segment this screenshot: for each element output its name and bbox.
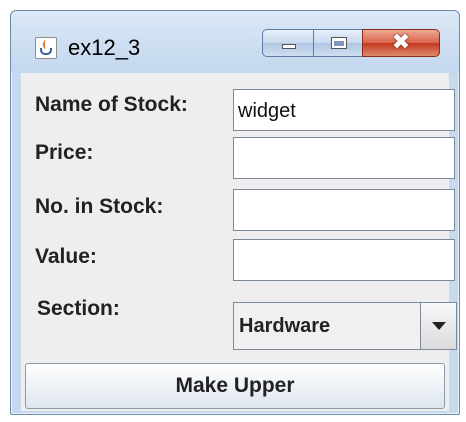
section-label: Section: xyxy=(37,297,120,320)
form-panel: Name of Stock: widget Price: No. in Stoc… xyxy=(21,73,457,411)
java-cup-glyph xyxy=(40,48,52,55)
title-bar[interactable]: ex12_3 ✖ xyxy=(11,11,459,73)
window-title: ex12_3 xyxy=(68,35,141,60)
maximize-icon xyxy=(331,37,347,49)
close-icon: ✖ xyxy=(391,30,411,55)
name-of-stock-label: Name of Stock: xyxy=(35,93,188,116)
section-dropdown[interactable]: Hardware xyxy=(233,302,457,350)
name-of-stock-field[interactable]: widget xyxy=(233,89,455,131)
value-label: Value: xyxy=(35,245,97,268)
app-window: ex12_3 ✖ Name of Stock: widget Price: No… xyxy=(10,10,460,415)
price-label: Price: xyxy=(35,141,94,164)
minimize-icon xyxy=(282,44,296,49)
no-in-stock-label: No. in Stock: xyxy=(35,195,164,218)
minimize-button[interactable] xyxy=(262,29,314,57)
section-selected-value: Hardware xyxy=(239,315,331,337)
chevron-down-icon[interactable] xyxy=(420,303,456,349)
price-field[interactable] xyxy=(233,137,455,179)
no-in-stock-field[interactable] xyxy=(233,189,455,231)
close-button[interactable]: ✖ xyxy=(362,29,440,57)
make-upper-button[interactable]: Make Upper xyxy=(25,363,445,409)
maximize-button[interactable] xyxy=(313,29,363,57)
value-field[interactable] xyxy=(233,239,455,281)
java-cup-icon xyxy=(35,37,57,59)
